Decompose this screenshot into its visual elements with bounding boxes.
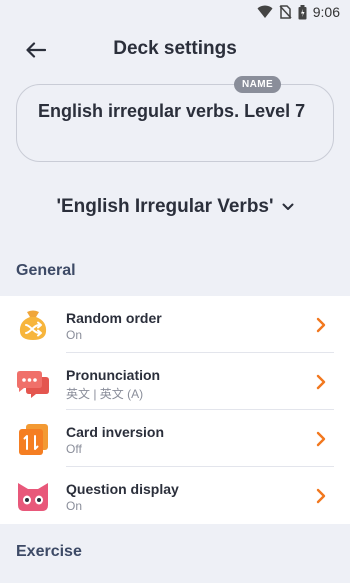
status-bar: 9:06 bbox=[0, 0, 350, 24]
app-bar: Deck settings bbox=[0, 30, 350, 70]
chevron-right-icon bbox=[316, 488, 326, 504]
status-time: 9:06 bbox=[312, 4, 340, 20]
chevron-down-icon bbox=[282, 203, 294, 210]
setting-title: Random order bbox=[66, 310, 162, 326]
speech-bubbles-icon bbox=[17, 371, 49, 398]
chevron-right-icon bbox=[316, 317, 326, 333]
setting-random-order[interactable]: Random order On bbox=[0, 296, 350, 353]
chevron-right-icon bbox=[316, 431, 326, 447]
chevron-right-icon bbox=[316, 374, 326, 390]
deck-selector-value: 'English Irregular Verbs' bbox=[56, 196, 274, 217]
page-title: Deck settings bbox=[113, 38, 237, 59]
name-field-badge: NAME bbox=[234, 76, 282, 93]
shuffle-bag-icon bbox=[19, 310, 47, 340]
card-inversion-icon bbox=[19, 424, 48, 455]
setting-question-display[interactable]: Question display On bbox=[0, 467, 350, 524]
settings-list: Random order On Pronunciation 英文 | 英文 (A… bbox=[0, 296, 350, 524]
section-title-exercise: Exercise bbox=[16, 543, 82, 560]
deck-name-value[interactable]: English irregular verbs. Level 7 bbox=[38, 99, 318, 124]
setting-pronunciation[interactable]: Pronunciation 英文 | 英文 (A) bbox=[0, 353, 350, 410]
setting-title: Question display bbox=[66, 481, 179, 497]
setting-value: On bbox=[66, 499, 83, 513]
setting-value: On bbox=[66, 328, 83, 342]
setting-card-inversion[interactable]: Card inversion Off bbox=[0, 410, 350, 467]
no-sim-icon bbox=[279, 5, 292, 19]
section-title-general: General bbox=[16, 262, 76, 279]
setting-title: Pronunciation bbox=[66, 367, 161, 383]
cat-face-icon bbox=[18, 483, 48, 511]
wifi-icon bbox=[257, 5, 273, 18]
battery-icon bbox=[298, 4, 307, 19]
setting-value: 英文 | 英文 (A) bbox=[66, 387, 144, 401]
setting-title: Card inversion bbox=[66, 424, 165, 440]
deck-selector[interactable]: 'English Irregular Verbs' bbox=[0, 192, 350, 222]
setting-value: Off bbox=[66, 442, 82, 456]
